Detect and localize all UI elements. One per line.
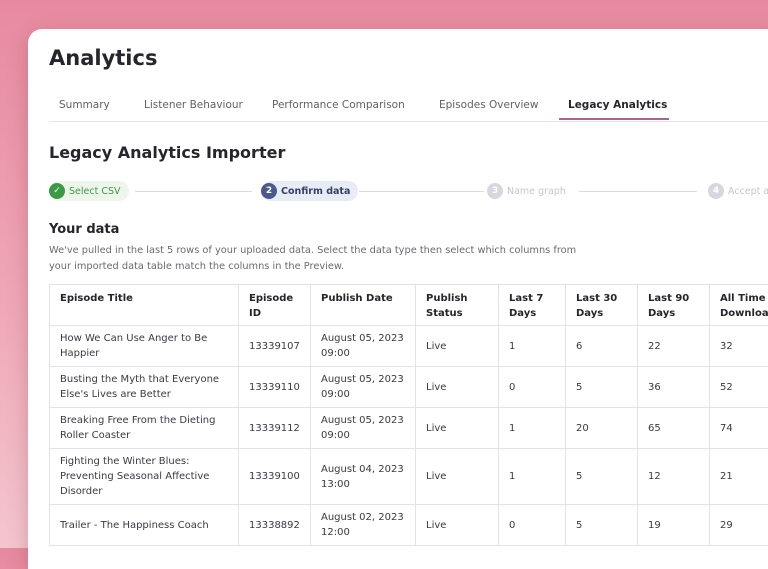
table-row: Busting the Myth that Everyone Else's Li… — [50, 367, 768, 408]
cell-last-90-days: 65 — [638, 408, 710, 449]
cell-all-time-downloads: 52 — [710, 367, 768, 408]
column-header[interactable]: Publish Date — [311, 285, 416, 326]
cell-last-7-days: 1 — [499, 326, 566, 367]
check-icon: ✓ — [49, 183, 65, 199]
cell-all-time-downloads: 32 — [710, 326, 768, 367]
cell-last-30-days: 20 — [566, 408, 638, 449]
step-label: Accept and — [728, 186, 768, 197]
cell-last-90-days: 19 — [638, 505, 710, 546]
cell-episode-title: Breaking Free From the Dieting Roller Co… — [50, 408, 239, 449]
cell-publish-date: August 05, 2023 09:00 — [311, 367, 416, 408]
table-header-row: Episode Title Episode ID Publish Date Pu… — [50, 285, 768, 326]
cell-last-30-days: 6 — [566, 326, 638, 367]
cell-last-7-days: 0 — [499, 505, 566, 546]
data-preview-table: Episode Title Episode ID Publish Date Pu… — [49, 284, 768, 546]
cell-all-time-downloads: 74 — [710, 408, 768, 449]
cell-episode-title: How We Can Use Anger to Be Happier — [50, 326, 239, 367]
step-connector — [579, 191, 697, 192]
cell-publish-status: Live — [416, 449, 499, 505]
importer-title: Legacy Analytics Importer — [49, 143, 285, 162]
step-number: 3 — [487, 183, 503, 199]
column-header[interactable]: Last 7 Days — [499, 285, 566, 326]
step-label: Confirm data — [281, 186, 350, 197]
cell-all-time-downloads: 21 — [710, 449, 768, 505]
cell-publish-date: August 04, 2023 13:00 — [311, 449, 416, 505]
cell-episode-title: Busting the Myth that Everyone Else's Li… — [50, 367, 239, 408]
step-number: 4 — [708, 183, 724, 199]
tab-listener-behaviour[interactable]: Listener Behaviour — [144, 99, 243, 111]
import-stepper: ✓ Select CSV 2 Confirm data 3 Name graph… — [49, 181, 768, 201]
column-header[interactable]: Last 30 Days — [566, 285, 638, 326]
cell-episode-id: 13339100 — [239, 449, 311, 505]
step-label: Select CSV — [69, 186, 121, 197]
column-header[interactable]: Episode Title — [50, 285, 239, 326]
cell-episode-id: 13338892 — [239, 505, 311, 546]
cell-episode-title: Fighting the Winter Blues: Preventing Se… — [50, 449, 239, 505]
tab-legacy-analytics[interactable]: Legacy Analytics — [568, 99, 667, 111]
analytics-tabs: Summary Listener Behaviour Performance C… — [49, 97, 768, 122]
step-connector — [135, 191, 252, 192]
step-connector — [359, 191, 484, 192]
cell-publish-status: Live — [416, 505, 499, 546]
page-title: Analytics — [49, 46, 157, 70]
cell-last-7-days: 1 — [499, 408, 566, 449]
column-header[interactable]: Episode ID — [239, 285, 311, 326]
cell-episode-id: 13339110 — [239, 367, 311, 408]
step-select-csv[interactable]: ✓ Select CSV — [49, 181, 129, 201]
step-number: 2 — [261, 183, 277, 199]
table-row: Breaking Free From the Dieting Roller Co… — [50, 408, 768, 449]
cell-last-30-days: 5 — [566, 367, 638, 408]
cell-last-7-days: 1 — [499, 449, 566, 505]
cell-publish-status: Live — [416, 326, 499, 367]
tab-summary[interactable]: Summary — [59, 99, 110, 111]
tab-performance-comparison[interactable]: Performance Comparison — [272, 99, 405, 111]
your-data-description: We've pulled in the last 5 rows of your … — [49, 243, 589, 274]
table-row: How We Can Use Anger to Be Happier 13339… — [50, 326, 768, 367]
analytics-card: Analytics Summary Listener Behaviour Per… — [28, 29, 768, 569]
step-label: Name graph — [507, 186, 566, 197]
column-header[interactable]: All Time Downloads — [710, 285, 768, 326]
step-name-graph: 3 Name graph — [487, 181, 566, 201]
column-header[interactable]: Publish Status — [416, 285, 499, 326]
cell-last-90-days: 22 — [638, 326, 710, 367]
cell-publish-date: August 02, 2023 12:00 — [311, 505, 416, 546]
step-confirm-data[interactable]: 2 Confirm data — [261, 181, 358, 201]
cell-episode-title: Trailer - The Happiness Coach — [50, 505, 239, 546]
step-accept: 4 Accept and — [708, 181, 768, 201]
cell-last-90-days: 36 — [638, 367, 710, 408]
your-data-title: Your data — [49, 222, 119, 237]
cell-last-90-days: 12 — [638, 449, 710, 505]
cell-last-30-days: 5 — [566, 505, 638, 546]
cell-publish-status: Live — [416, 367, 499, 408]
active-tab-indicator — [559, 118, 669, 120]
cell-publish-date: August 05, 2023 09:00 — [311, 326, 416, 367]
cell-publish-date: August 05, 2023 09:00 — [311, 408, 416, 449]
tab-episodes-overview[interactable]: Episodes Overview — [439, 99, 538, 111]
table-row: Trailer - The Happiness Coach 13338892 A… — [50, 505, 768, 546]
table-row: Fighting the Winter Blues: Preventing Se… — [50, 449, 768, 505]
column-header[interactable]: Last 90 Days — [638, 285, 710, 326]
cell-last-30-days: 5 — [566, 449, 638, 505]
cell-all-time-downloads: 29 — [710, 505, 768, 546]
cell-episode-id: 13339112 — [239, 408, 311, 449]
cell-publish-status: Live — [416, 408, 499, 449]
cell-last-7-days: 0 — [499, 367, 566, 408]
cell-episode-id: 13339107 — [239, 326, 311, 367]
